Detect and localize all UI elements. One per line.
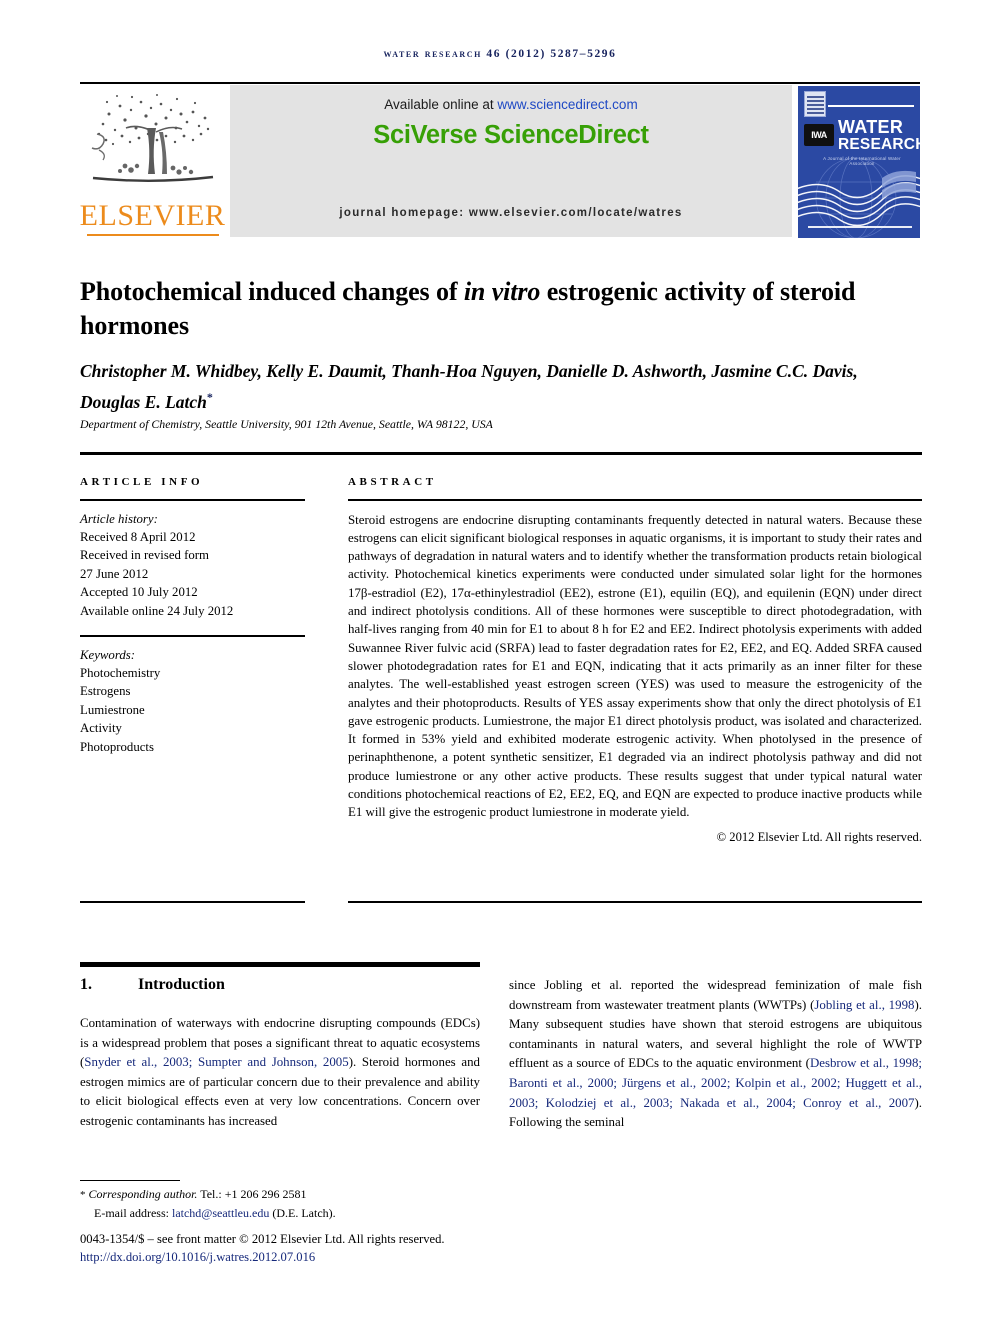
available-online-line: Available online at www.sciencedirect.co… (384, 97, 637, 112)
journal-homepage-line[interactable]: journal homepage: www.elsevier.com/locat… (230, 207, 792, 219)
history-item: 27 June 2012 (80, 566, 149, 581)
email-note: E-mail address: latchd@seattleu.edu (D.E… (80, 1205, 550, 1223)
elsevier-underline (86, 234, 219, 236)
keyword-item: Activity (80, 721, 122, 736)
footnote-block: * Corresponding author. Tel.: +1 206 296… (80, 1186, 550, 1222)
sciencedirect-link[interactable]: www.sciencedirect.com (497, 97, 637, 112)
journal-cover-thumbnail[interactable]: IWA WATER RESEARCH A Journal of the Inte… (798, 86, 920, 238)
keyword-item: Photoproducts (80, 739, 154, 754)
keyword-item: Photochemistry (80, 666, 161, 681)
section-number: 1. (80, 976, 92, 993)
corresponding-author-marker[interactable]: * (207, 390, 213, 404)
iwa-mark-label: IWA (811, 130, 827, 140)
title-italic-part: in vitro (463, 277, 541, 307)
abstract-bottom-rule (348, 901, 922, 903)
citation-link[interactable]: Snyder et al., 2003; Sumpter and Johnson… (84, 1055, 348, 1069)
running-head: Water Research 46 (2012) 5287–5296 (383, 48, 617, 60)
section-heading: 1. Introduction (80, 976, 480, 994)
journal-masthead: ELSEVIER Available online at www.science… (80, 84, 920, 239)
history-item: Received in revised form (80, 548, 209, 563)
affiliation: Department of Chemistry, Seattle Univers… (80, 417, 493, 431)
info-bottom-rule (80, 901, 305, 903)
history-item: Available online 24 July 2012 (80, 603, 234, 618)
abstract-top-rule (80, 452, 922, 455)
abstract-copyright: © 2012 Elsevier Ltd. All rights reserved… (716, 829, 922, 844)
article-info-divider (80, 499, 305, 501)
cover-title-line1: WATER (838, 117, 904, 137)
article-history-block: Article history: Received 8 April 2012 R… (80, 510, 305, 620)
abstract-column: ABSTRACT Steroid estrogens are endocrine… (348, 476, 922, 845)
sciverse-sciencedirect-logo[interactable]: SciVerse ScienceDirect (373, 121, 649, 150)
cover-title-line2: RESEARCH (838, 136, 920, 153)
title-part-1: Photochemical induced changes of (80, 277, 464, 307)
email-label: E-mail address: (94, 1205, 169, 1220)
available-online-label: Available online at (384, 97, 498, 112)
keywords-divider (80, 635, 305, 637)
author-list: Christopher M. Whidbey, Kelly E. Daumit,… (80, 358, 922, 415)
article-page: Water Research 46 (2012) 5287–5296 (0, 0, 992, 1323)
section-title: Introduction (138, 976, 225, 993)
footnote-rule (80, 1180, 180, 1182)
cover-title: WATER RESEARCH (838, 117, 920, 153)
abstract-text: Steroid estrogens are endocrine disrupti… (348, 512, 922, 820)
section-heading-bar (80, 962, 480, 967)
keyword-item: Estrogens (80, 684, 131, 699)
front-matter-block: 0043-1354/$ – see front matter © 2012 El… (80, 1230, 640, 1266)
email-owner: (D.E. Latch). (272, 1205, 336, 1220)
abstract-divider (348, 499, 922, 501)
corresponding-author-note: * Corresponding author. Tel.: +1 206 296… (80, 1186, 550, 1205)
doi-link[interactable]: http://dx.doi.org/10.1016/j.watres.2012.… (80, 1248, 640, 1266)
history-item: Received 8 April 2012 (80, 530, 196, 544)
author-names: Christopher M. Whidbey, Kelly E. Daumit,… (80, 361, 858, 412)
article-info-column: ARTICLE INFO Article history: Received 8… (80, 476, 305, 756)
corresponding-author-tel: Tel.: +1 206 296 2581 (200, 1187, 307, 1201)
history-item: Accepted 10 July 2012 (80, 585, 198, 600)
cover-stamp-icon (804, 91, 826, 117)
abstract-heading: ABSTRACT (348, 476, 437, 488)
article-info-heading: ARTICLE INFO (80, 476, 204, 488)
corresponding-author-label: Corresponding author. (88, 1187, 198, 1201)
cover-subtitle: A Journal of the International Water Ass… (823, 156, 901, 166)
article-history-label: Article history: (80, 511, 158, 526)
intro-paragraph-right: since Jobling et al. reported the widesp… (509, 976, 922, 1133)
keywords-block: Keywords: Photochemistry Estrogens Lumie… (80, 646, 305, 756)
elsevier-logo[interactable]: ELSEVIER (80, 84, 225, 239)
citation-link[interactable]: Jobling et al., 1998 (814, 998, 914, 1012)
elsevier-tree-icon (91, 94, 213, 182)
intro-paragraph-left: Contamination of waterways with endocrin… (80, 1014, 480, 1132)
page-title: Photochemical induced changes of in vitr… (80, 275, 922, 343)
front-matter-line: 0043-1354/$ – see front matter © 2012 El… (80, 1232, 445, 1246)
keywords-label: Keywords: (80, 647, 135, 662)
keyword-item: Lumiestrone (80, 702, 145, 717)
iwa-logo-icon: IWA (804, 124, 834, 146)
sciencedirect-banner: Available online at www.sciencedirect.co… (230, 85, 792, 237)
email-link[interactable]: latchd@seattleu.edu (172, 1206, 269, 1220)
elsevier-wordmark: ELSEVIER (79, 199, 226, 232)
footnote-asterisk: * (80, 1189, 86, 1201)
